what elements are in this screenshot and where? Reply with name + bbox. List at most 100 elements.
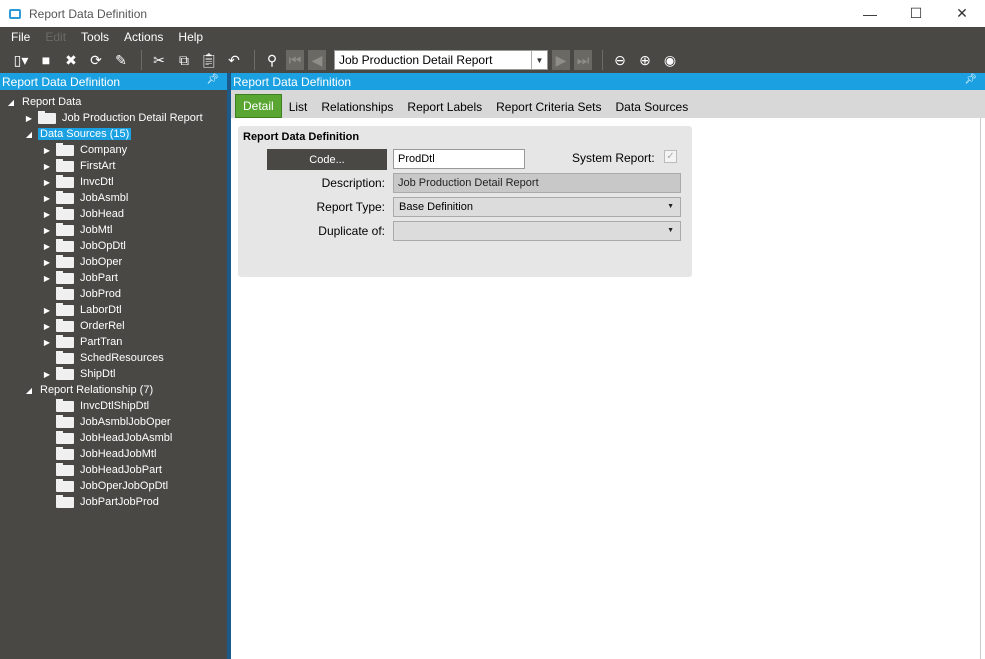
- folder-icon: [56, 494, 74, 508]
- report-selector[interactable]: Job Production Detail Report ▼: [334, 50, 548, 70]
- tab-report-criteria-sets[interactable]: Report Criteria Sets: [489, 96, 608, 118]
- system-report-checkbox[interactable]: ✓: [664, 150, 677, 163]
- back-icon[interactable]: ⊖: [609, 49, 631, 71]
- tree-node-data-source[interactable]: ▶ JobAsmbl: [42, 190, 130, 206]
- expand-icon[interactable]: ▶: [42, 306, 52, 315]
- home-icon[interactable]: ◉: [659, 49, 681, 71]
- tab-list[interactable]: List: [282, 96, 315, 118]
- collapse-icon[interactable]: ◢: [24, 130, 34, 139]
- tree-node-relationship[interactable]: JobOperJobOpDtl: [42, 478, 170, 494]
- tree-node-data-sources[interactable]: ◢ Data Sources (15): [24, 126, 132, 142]
- expand-icon[interactable]: ▶: [42, 370, 52, 379]
- tree-node-label: PartTran: [80, 336, 123, 348]
- detail-panel-title: Report Data Definition: [233, 74, 352, 89]
- forward-icon[interactable]: ⊕: [634, 49, 656, 71]
- tab-detail[interactable]: Detail: [235, 94, 282, 118]
- collapse-icon[interactable]: ◢: [24, 386, 34, 395]
- expand-icon[interactable]: ▶: [42, 258, 52, 267]
- refresh-icon[interactable]: ⟳: [85, 49, 107, 71]
- paste-icon[interactable]: 📋︎: [198, 49, 220, 71]
- tree-node-relationship[interactable]: InvcDtlShipDtl: [42, 398, 151, 414]
- tree-node-relationship[interactable]: JobHeadJobAsmbl: [42, 430, 174, 446]
- tree-node-data-source[interactable]: SchedResources: [42, 350, 166, 366]
- description-label: Description:: [321, 176, 385, 190]
- tree-node-report[interactable]: ▶ Job Production Detail Report: [24, 110, 205, 126]
- chevron-down-icon[interactable]: ▼: [531, 51, 547, 69]
- tree-node-data-source[interactable]: ▶ OrderRel: [42, 318, 127, 334]
- tree-node-data-source[interactable]: ▶ JobOpDtl: [42, 238, 128, 254]
- maximize-button[interactable]: ☐: [893, 0, 939, 27]
- tab-strip: Detail List Relationships Report Labels …: [231, 90, 985, 118]
- delete-icon[interactable]: ✖: [60, 49, 82, 71]
- tree-node-data-source[interactable]: ▶ JobOper: [42, 254, 124, 270]
- search-icon[interactable]: ⚲: [261, 49, 283, 71]
- tree-node-data-source[interactable]: ▶ JobMtl: [42, 222, 114, 238]
- tree-node-data-source[interactable]: ▶ JobPart: [42, 270, 120, 286]
- chevron-down-icon[interactable]: ▼: [667, 227, 674, 234]
- tree-node-report-relationship[interactable]: ◢ Report Relationship (7): [24, 382, 155, 398]
- tree-node-data-source[interactable]: ▶ JobHead: [42, 206, 126, 222]
- expand-icon[interactable]: ▶: [24, 114, 34, 123]
- tree-node-label: Report Data: [22, 96, 82, 108]
- expand-icon[interactable]: ▶: [42, 146, 52, 155]
- pin-icon[interactable]: 📌︎: [206, 74, 219, 85]
- tab-data-sources[interactable]: Data Sources: [609, 96, 696, 118]
- new-icon[interactable]: ▯▾: [10, 49, 32, 71]
- expand-icon[interactable]: ▶: [42, 178, 52, 187]
- undo-icon[interactable]: ↶: [223, 49, 245, 71]
- expand-icon[interactable]: ▶: [42, 210, 52, 219]
- tree-node-data-source[interactable]: ▶ PartTran: [42, 334, 124, 350]
- clear-icon[interactable]: ✎: [110, 49, 132, 71]
- save-icon[interactable]: ■: [35, 49, 57, 71]
- menu-actions[interactable]: Actions: [121, 30, 166, 44]
- copy-icon[interactable]: ⧉: [173, 49, 195, 71]
- next-record-icon[interactable]: ▶: [552, 50, 570, 70]
- first-record-icon[interactable]: ⏮: [286, 50, 304, 70]
- tree-node-data-source[interactable]: ▶ ShipDtl: [42, 366, 117, 382]
- collapse-icon[interactable]: ◢: [6, 98, 16, 107]
- tree-panel: Report Data Definition 📌︎ ◢ Report Data …: [0, 73, 227, 659]
- tree-node-label: InvcDtl: [80, 176, 114, 188]
- report-type-dropdown[interactable]: Base Definition ▼: [393, 197, 681, 217]
- tree-root[interactable]: ◢ Report Data: [6, 94, 83, 110]
- tree-node-label: JobProd: [80, 288, 121, 300]
- chevron-down-icon[interactable]: ▼: [667, 203, 674, 210]
- expand-icon[interactable]: ▶: [42, 194, 52, 203]
- code-button[interactable]: Code...: [267, 149, 387, 170]
- menu-file[interactable]: File: [8, 30, 33, 44]
- tab-report-labels[interactable]: Report Labels: [400, 96, 489, 118]
- tree-node-label: SchedResources: [80, 352, 164, 364]
- tree-node-relationship[interactable]: JobAsmblJobOper: [42, 414, 173, 430]
- tree-panel-title: Report Data Definition: [2, 74, 121, 89]
- duplicate-of-dropdown[interactable]: ▼: [393, 221, 681, 241]
- expand-icon[interactable]: ▶: [42, 338, 52, 347]
- tree-node-data-source[interactable]: ▶ FirstArt: [42, 158, 117, 174]
- tree-node-label: JobAsmblJobOper: [80, 416, 171, 428]
- expand-icon[interactable]: ▶: [42, 274, 52, 283]
- expand-icon[interactable]: ▶: [42, 242, 52, 251]
- tree-node-data-source[interactable]: ▶ Company: [42, 142, 129, 158]
- minimize-button[interactable]: —: [847, 0, 893, 27]
- last-record-icon[interactable]: ⏭: [574, 50, 592, 70]
- menu-edit[interactable]: Edit: [42, 30, 69, 44]
- expand-icon[interactable]: ▶: [42, 322, 52, 331]
- tab-relationships[interactable]: Relationships: [314, 96, 400, 118]
- previous-record-icon[interactable]: ◀: [308, 50, 326, 70]
- duplicate-of-label: Duplicate of:: [318, 224, 385, 238]
- tree-node-data-source[interactable]: ▶ LaborDtl: [42, 302, 124, 318]
- folder-icon: [56, 334, 74, 348]
- menu-tools[interactable]: Tools: [78, 30, 112, 44]
- menu-help[interactable]: Help: [175, 30, 206, 44]
- expand-icon[interactable]: ▶: [42, 162, 52, 171]
- close-button[interactable]: ✕: [939, 0, 985, 27]
- cut-icon[interactable]: ✂: [148, 49, 170, 71]
- tree-node-relationship[interactable]: JobHeadJobPart: [42, 462, 164, 478]
- tree-node-data-source[interactable]: JobProd: [42, 286, 123, 302]
- pin-icon[interactable]: 📌︎: [964, 74, 977, 85]
- tree-node-relationship[interactable]: JobPartJobProd: [42, 494, 161, 510]
- code-input[interactable]: ProdDtl: [393, 149, 525, 169]
- tree-node-data-source[interactable]: ▶ InvcDtl: [42, 174, 116, 190]
- expand-icon[interactable]: ▶: [42, 226, 52, 235]
- tree-node-relationship[interactable]: JobHeadJobMtl: [42, 446, 158, 462]
- tree-node-label: Company: [80, 144, 128, 156]
